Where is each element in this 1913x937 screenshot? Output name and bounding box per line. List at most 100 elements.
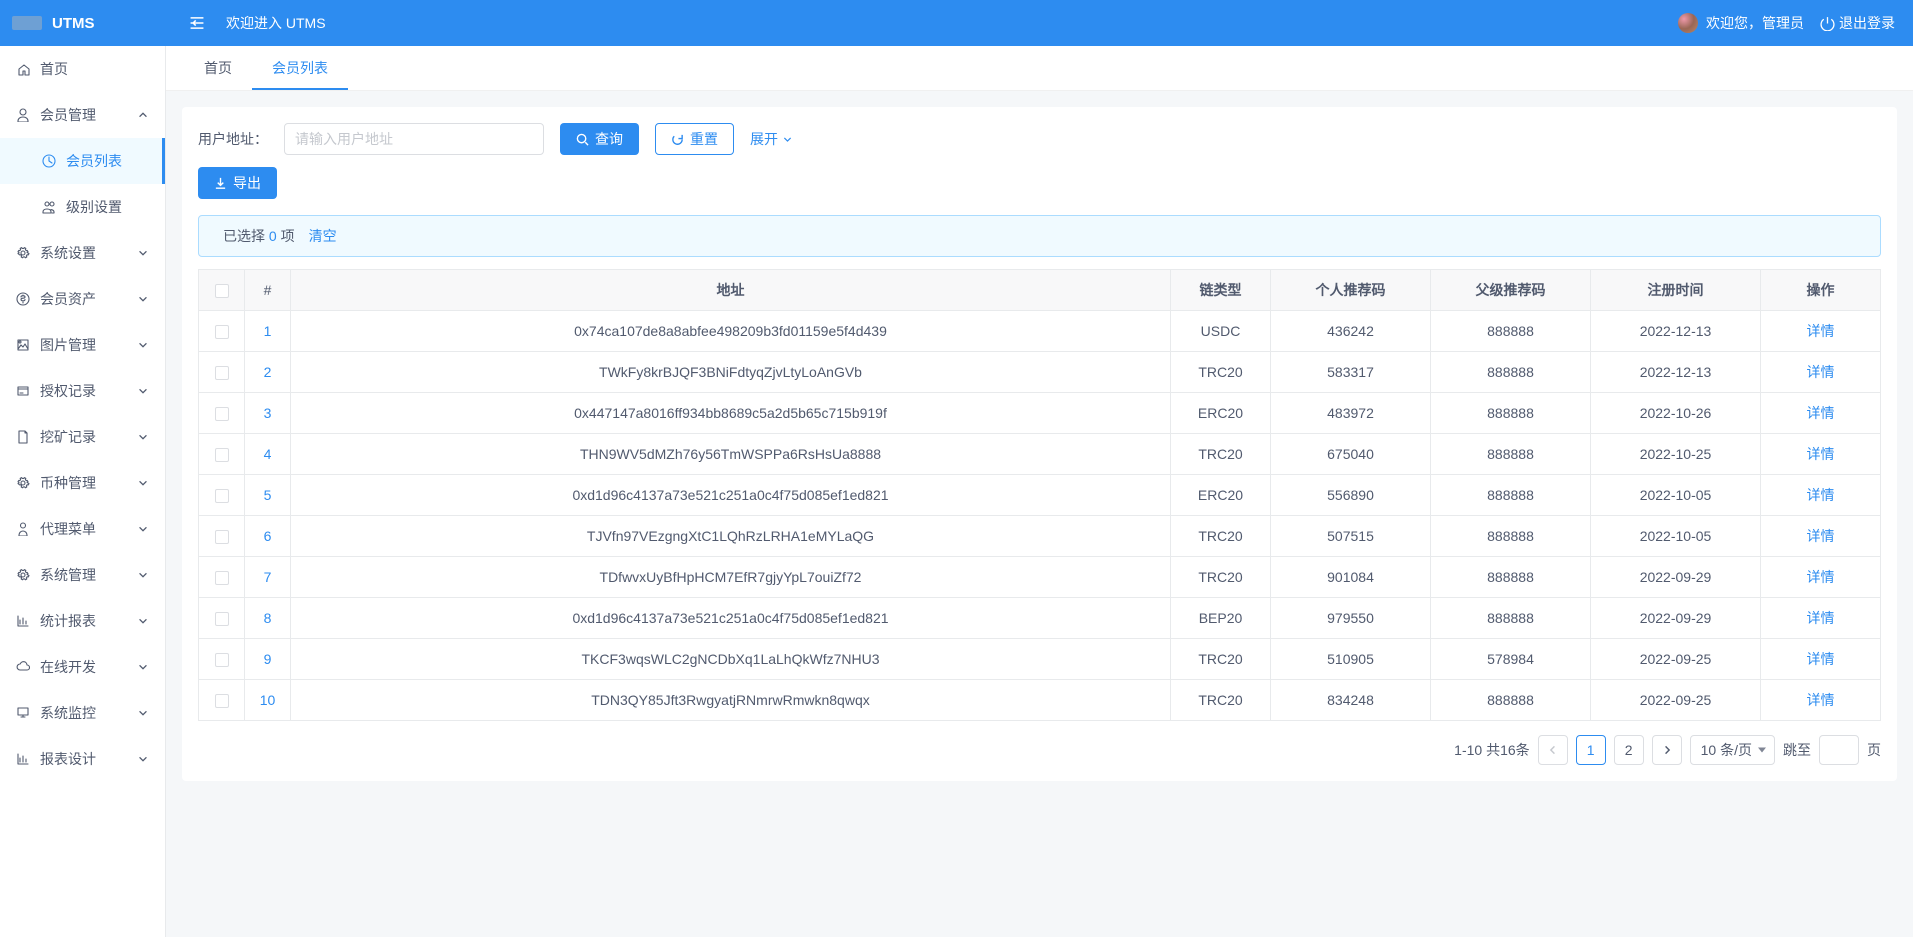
page-size-select[interactable]: 10 条/页 [1690,735,1775,765]
reset-button[interactable]: 重置 [655,123,734,155]
row-time: 2022-09-25 [1591,680,1761,721]
detail-link[interactable]: 详情 [1807,569,1835,585]
clear-selection-button[interactable]: 清空 [309,226,337,246]
prev-page-button[interactable] [1538,735,1568,765]
table-row: 10TDN3QY85Jft3RwgyatjRNmrwRmwkn8qwqxTRC2… [199,680,1881,721]
row-parent: 888888 [1431,393,1591,434]
logout-button[interactable]: 退出登录 [1820,13,1895,33]
row-parent: 888888 [1431,598,1591,639]
row-checkbox[interactable] [215,407,229,421]
sidebar-item-图片管理[interactable]: 图片管理 [0,322,165,368]
table-row: 2TWkFy8krBJQF3BNiFdtyqZjvLtyLoAnGVbTRC20… [199,352,1881,393]
row-chain: TRC20 [1171,680,1271,721]
sidebar-item-系统设置[interactable]: 系统设置 [0,230,165,276]
sidebar-item-挖矿记录[interactable]: 挖矿记录 [0,414,165,460]
chevron-right-icon [1662,745,1672,755]
row-checkbox[interactable] [215,366,229,380]
detail-link[interactable]: 详情 [1807,610,1835,626]
pagination: 1-10 共16条 12 10 条/页 跳至 页 [198,735,1881,765]
sidebar-item-币种管理[interactable]: 币种管理 [0,460,165,506]
table-row: 50xd1d96c4137a73e521c251a0c4f75d085ef1ed… [199,475,1881,516]
logout-icon [1820,16,1835,31]
search-toolbar: 用户地址： 查询 重置 展开 [198,123,1881,155]
sidebar-item-授权记录[interactable]: 授权记录 [0,368,165,414]
row-code: 675040 [1271,434,1431,475]
sidebar-item-报表设计[interactable]: 报表设计 [0,736,165,782]
row-parent: 888888 [1431,434,1591,475]
col-header: 父级推荐码 [1431,270,1591,311]
row-code: 556890 [1271,475,1431,516]
row-time: 2022-10-05 [1591,475,1761,516]
row-checkbox[interactable] [215,653,229,667]
page-2[interactable]: 2 [1614,735,1644,765]
detail-link[interactable]: 详情 [1807,528,1835,544]
row-chain: ERC20 [1171,475,1271,516]
pagination-summary: 1-10 共16条 [1454,740,1529,760]
tab-会员列表[interactable]: 会员列表 [252,46,348,90]
row-addr: 0x447147a8016ff934bb8689c5a2d5b65c715b91… [291,393,1171,434]
col-header: 个人推荐码 [1271,270,1431,311]
detail-link[interactable]: 详情 [1807,323,1835,339]
user-address-input[interactable] [284,123,544,155]
detail-link[interactable]: 详情 [1807,364,1835,380]
row-index: 1 [245,311,291,352]
selection-bar: 已选择 0 项 清空 [198,215,1881,257]
detail-link[interactable]: 详情 [1807,446,1835,462]
sidebar-item-代理菜单[interactable]: 代理菜单 [0,506,165,552]
detail-link[interactable]: 详情 [1807,405,1835,421]
page-1[interactable]: 1 [1576,735,1606,765]
query-button[interactable]: 查询 [560,123,639,155]
tab-首页[interactable]: 首页 [184,46,252,90]
chevron-up-icon [137,109,149,121]
user-menu[interactable]: 欢迎您，管理员 [1678,13,1804,33]
row-addr: 0x74ca107de8a8abfee498209b3fd01159e5f4d4… [291,311,1171,352]
sidebar-item-会员管理[interactable]: 会员管理 [0,92,165,138]
detail-link[interactable]: 详情 [1807,487,1835,503]
sidebar-item-系统监控[interactable]: 系统监控 [0,690,165,736]
export-button[interactable]: 导出 [198,167,277,199]
next-page-button[interactable] [1652,735,1682,765]
select-all-checkbox[interactable] [215,284,229,298]
image-icon [16,338,30,352]
jump-page-input[interactable] [1819,735,1859,765]
row-checkbox[interactable] [215,325,229,339]
row-time: 2022-12-13 [1591,352,1761,393]
row-checkbox[interactable] [215,489,229,503]
row-checkbox[interactable] [215,448,229,462]
chevron-left-icon [1548,745,1558,755]
gear-icon [16,568,30,582]
sidebar-item-在线开发[interactable]: 在线开发 [0,644,165,690]
table-row: 6TJVfn97VEzgngXtC1LQhRzLRHA1eMYLaQGTRC20… [199,516,1881,557]
detail-link[interactable]: 详情 [1807,651,1835,667]
export-button-label: 导出 [233,173,261,193]
sidebar-item-会员资产[interactable]: 会员资产 [0,276,165,322]
sidebar-item-首页[interactable]: 首页 [0,46,165,92]
row-index: 8 [245,598,291,639]
app-header: UTMS 欢迎进入 UTMS 欢迎您，管理员 退出登录 [0,0,1913,46]
tab-bar: 首页会员列表 [166,46,1913,91]
row-time: 2022-10-25 [1591,434,1761,475]
sidebar-item-系统管理[interactable]: 系统管理 [0,552,165,598]
sidebar-sub-级别设置[interactable]: 级别设置 [0,184,165,230]
sidebar-item-统计报表[interactable]: 统计报表 [0,598,165,644]
row-checkbox[interactable] [215,571,229,585]
col-header: 地址 [291,270,1171,311]
expand-toggle[interactable]: 展开 [750,129,793,149]
chevron-down-icon [137,707,149,719]
sidebar-sub-会员列表[interactable]: 会员列表 [0,138,165,184]
row-checkbox[interactable] [215,694,229,708]
chevron-down-icon [137,569,149,581]
row-parent: 888888 [1431,352,1591,393]
col-header: 操作 [1761,270,1881,311]
user-icon [16,108,30,122]
row-parent: 888888 [1431,475,1591,516]
row-index: 5 [245,475,291,516]
detail-link[interactable]: 详情 [1807,692,1835,708]
row-addr: TDN3QY85Jft3RwgyatjRNmrwRmwkn8qwqx [291,680,1171,721]
row-checkbox[interactable] [215,612,229,626]
row-checkbox[interactable] [215,530,229,544]
chevron-down-icon [137,477,149,489]
sidebar-collapse-button[interactable] [188,14,206,32]
row-parent: 888888 [1431,557,1591,598]
table-row: 80xd1d96c4137a73e521c251a0c4f75d085ef1ed… [199,598,1881,639]
